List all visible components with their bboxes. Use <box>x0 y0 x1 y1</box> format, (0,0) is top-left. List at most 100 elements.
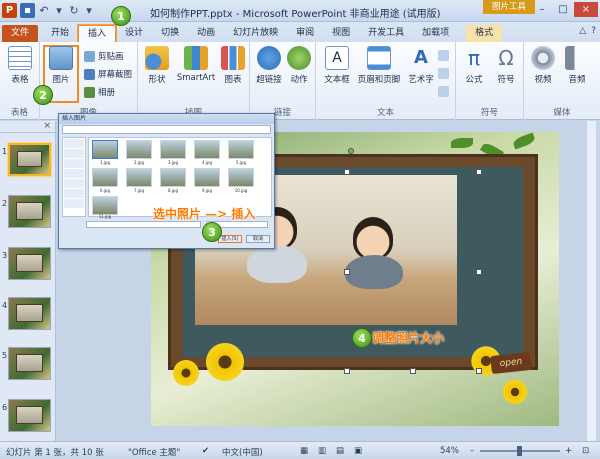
tab-developer[interactable]: 开发工具 <box>359 25 413 42</box>
ribbon-tabs: 文件 开始 插入 设计 切换 动画 幻灯片放映 审阅 视图 开发工具 加载项 格… <box>0 22 600 43</box>
reading-view-icon[interactable]: ▤ <box>336 446 344 456</box>
file-thumbnail[interactable] <box>228 140 254 159</box>
header-footer-button[interactable]: 页眉和页脚 <box>354 46 404 85</box>
tab-design[interactable]: 设计 <box>116 25 152 42</box>
rotate-handle[interactable] <box>348 148 354 154</box>
file-thumbnail[interactable] <box>92 196 118 215</box>
wordart-button[interactable]: A 艺术字 <box>404 46 438 85</box>
vertical-scrollbar[interactable] <box>586 121 596 441</box>
hyperlink-button[interactable]: 超链接 <box>252 46 286 85</box>
thumb-number: 3 <box>2 251 8 260</box>
text-more-button-3[interactable] <box>438 84 449 98</box>
equation-button[interactable]: π 公式 <box>457 46 491 85</box>
zoom-in-icon[interactable]: + <box>565 446 572 456</box>
group-label-symbol: 符号 <box>480 108 498 118</box>
slideshow-view-icon[interactable]: ▣ <box>354 446 362 456</box>
sorter-view-icon[interactable]: ▥ <box>318 446 326 456</box>
close-pane-icon[interactable]: × <box>43 121 51 131</box>
slide-thumbnail[interactable] <box>8 399 51 432</box>
tab-file[interactable]: 文件 <box>2 25 39 42</box>
screenshot-button[interactable]: 屏幕截图 <box>84 67 132 81</box>
file-thumbnail[interactable] <box>160 140 186 159</box>
clipart-icon <box>84 50 95 62</box>
dialog-address-bar[interactable] <box>62 125 271 134</box>
symbol-button[interactable]: Ω 符号 <box>489 46 523 85</box>
text-more-button-2[interactable] <box>438 66 449 80</box>
chart-button[interactable]: 图表 <box>216 46 250 85</box>
file-thumbnail[interactable] <box>228 168 254 187</box>
step-marker-2: 2 <box>33 85 53 105</box>
file-thumbnail[interactable] <box>126 168 152 187</box>
textbox-button[interactable]: A 文本框 <box>320 46 354 85</box>
tab-insert[interactable]: 插入 <box>77 24 118 43</box>
object-icon <box>438 85 449 97</box>
slide-thumbnail[interactable] <box>7 142 52 177</box>
slide-thumbnail[interactable] <box>8 195 51 228</box>
close-button[interactable]: × <box>574 2 598 17</box>
action-button[interactable]: 动作 <box>282 46 316 85</box>
language[interactable]: 中文(中国) <box>222 446 263 458</box>
group-text: A 文本框 页眉和页脚 A 艺术字 文本 <box>316 42 456 120</box>
slide-thumbnail[interactable] <box>8 347 51 380</box>
clipart-button[interactable]: 剪贴画 <box>84 49 124 63</box>
tab-view[interactable]: 视图 <box>323 25 359 42</box>
file-thumbnail[interactable] <box>160 168 186 187</box>
album-button[interactable]: 相册 <box>84 85 115 99</box>
theme-name[interactable]: "Office 主题" <box>128 446 180 458</box>
video-button[interactable]: 视频 <box>526 46 560 85</box>
redo-icon[interactable]: ↻ <box>68 4 80 17</box>
date-time-icon <box>438 49 449 61</box>
normal-view-icon[interactable]: ▦ <box>300 446 308 456</box>
pi-icon: π <box>467 46 481 70</box>
file-thumbnail[interactable] <box>92 140 118 159</box>
minimize-ribbon-icon[interactable]: △ <box>579 26 586 36</box>
dialog-sidebar[interactable] <box>62 137 86 217</box>
picture-button[interactable]: 图片 <box>44 46 78 85</box>
fit-window-icon[interactable]: ⊡ <box>582 446 589 456</box>
resize-handle[interactable] <box>476 368 482 374</box>
file-thumbnail[interactable] <box>194 168 220 187</box>
tab-format[interactable]: 格式 <box>466 25 503 42</box>
dialog-insert-button[interactable]: 插入(S) <box>218 235 242 243</box>
resize-handle[interactable] <box>476 269 482 275</box>
tab-review[interactable]: 审阅 <box>287 25 323 42</box>
zoom-level[interactable]: 54% <box>440 446 459 456</box>
zoom-slider-thumb[interactable] <box>517 446 522 456</box>
dropdown-arrow-icon[interactable]: ▾ <box>53 4 65 17</box>
leaf-decoration <box>451 138 473 148</box>
powerpoint-logo-icon[interactable]: P <box>2 3 17 18</box>
file-name-field[interactable] <box>86 221 201 228</box>
file-thumbnail[interactable] <box>92 168 118 187</box>
dialog-cancel-button[interactable]: 取消 <box>246 235 270 243</box>
resize-handle[interactable] <box>344 368 350 374</box>
text-more-button[interactable] <box>438 48 449 62</box>
tab-animations[interactable]: 动画 <box>188 25 224 42</box>
tab-addins[interactable]: 加载项 <box>413 25 458 42</box>
file-thumbnail[interactable] <box>126 140 152 159</box>
resize-handle[interactable] <box>410 368 416 374</box>
minimize-button[interactable]: – <box>532 2 552 17</box>
group-illustration: 形状 SmartArt 图表 插图 <box>138 42 250 120</box>
file-thumbnail[interactable] <box>194 140 220 159</box>
zoom-out-icon[interactable]: – <box>470 446 474 456</box>
slide-thumbnail-pane: × 1 2 3 4 5 6 <box>0 121 56 441</box>
slide-thumbnail[interactable] <box>8 247 51 280</box>
slide-thumbnail[interactable] <box>8 297 51 330</box>
table-button[interactable]: 表格 <box>3 46 37 85</box>
help-icon[interactable]: ? <box>591 26 596 36</box>
tab-transitions[interactable]: 切换 <box>152 25 188 42</box>
resize-handle[interactable] <box>344 269 350 275</box>
smartart-icon <box>184 46 208 70</box>
tab-home[interactable]: 开始 <box>42 25 78 42</box>
shapes-button[interactable]: 形状 <box>140 46 174 85</box>
smartart-button[interactable]: SmartArt <box>174 46 218 83</box>
spellcheck-icon[interactable]: ✔ <box>202 446 209 456</box>
customize-qat-icon[interactable]: ▾ <box>83 4 95 17</box>
maximize-button[interactable]: □ <box>553 2 573 17</box>
undo-icon[interactable]: ↶ <box>38 4 50 17</box>
resize-handle[interactable] <box>476 169 482 175</box>
save-icon[interactable]: ▪ <box>20 3 35 18</box>
tab-slideshow[interactable]: 幻灯片放映 <box>224 25 287 42</box>
audio-button[interactable]: 音频 <box>560 46 594 85</box>
resize-handle[interactable] <box>344 169 350 175</box>
